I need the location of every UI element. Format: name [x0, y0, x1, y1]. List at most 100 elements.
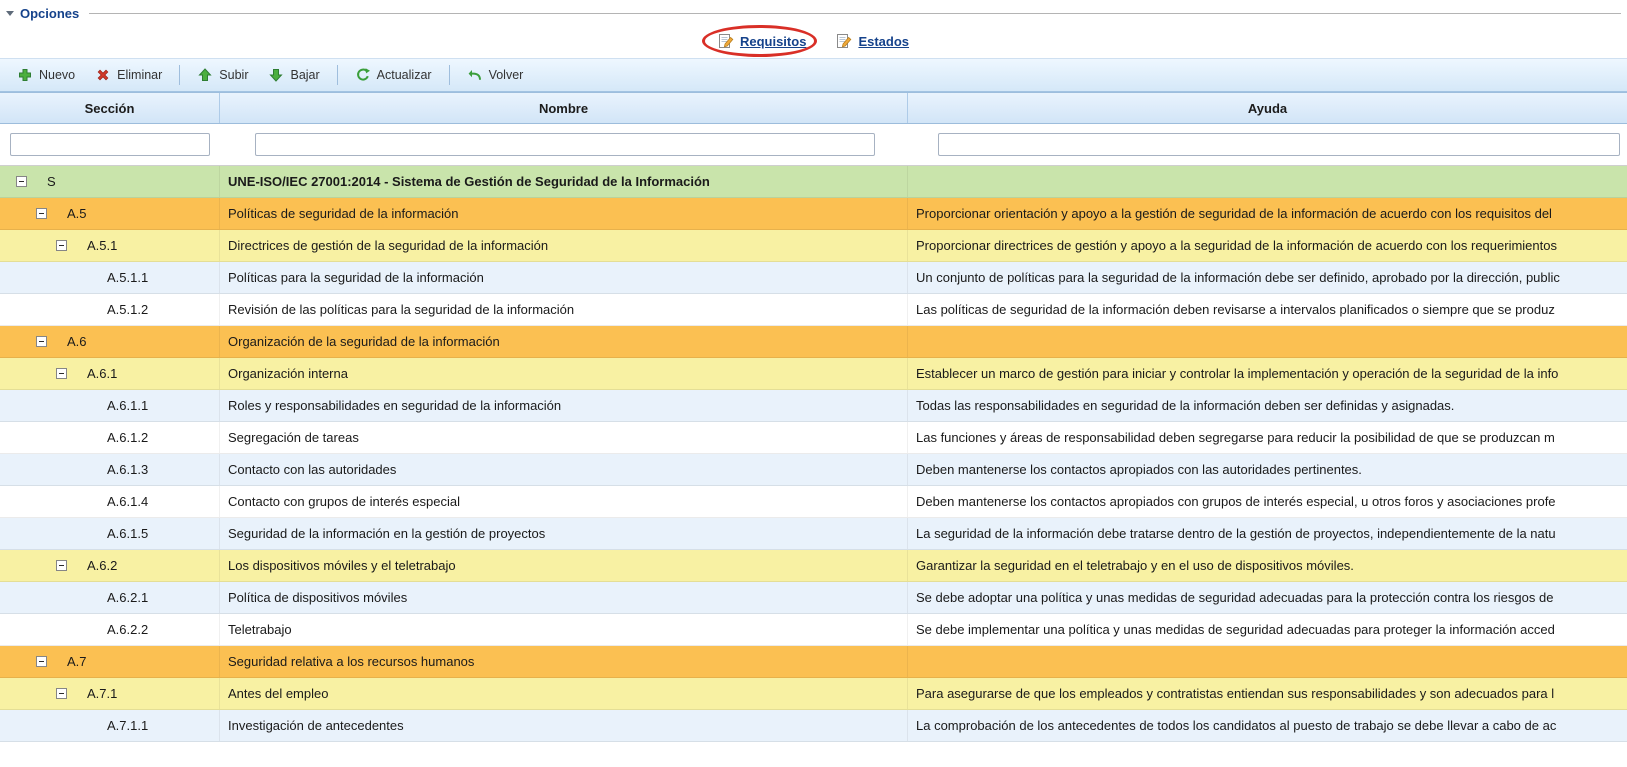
- eliminar-button[interactable]: Eliminar: [86, 63, 171, 87]
- panel-divider: [89, 13, 1621, 14]
- help-text: Las funciones y áreas de responsabilidad…: [916, 430, 1555, 445]
- button-label: Subir: [219, 68, 248, 82]
- name-cell: Seguridad relativa a los recursos humano…: [220, 646, 908, 677]
- tab-label-requisitos[interactable]: Requisitos: [740, 34, 806, 49]
- table-row[interactable]: A.5 Políticas de seguridad de la informa…: [0, 198, 1627, 230]
- table-row[interactable]: A.7.1.1 Investigación de antecedentes La…: [0, 710, 1627, 742]
- name-text: Políticas de seguridad de la información: [228, 206, 459, 221]
- section-label: A.7: [67, 654, 87, 669]
- toolbar-separator: [179, 65, 180, 85]
- help-text: La seguridad de la información debe trat…: [916, 526, 1556, 541]
- name-cell: Seguridad de la información en la gestió…: [220, 518, 908, 549]
- collapse-icon[interactable]: [56, 688, 67, 699]
- section-label: A.7.1: [87, 686, 117, 701]
- table-body: S UNE-ISO/IEC 27001:2014 - Sistema de Ge…: [0, 166, 1627, 742]
- section-label: A.6.2: [87, 558, 117, 573]
- edit-icon: [718, 33, 734, 49]
- help-cell: Deben mantenerse los contactos apropiado…: [908, 454, 1627, 485]
- section-label: A.5: [67, 206, 87, 221]
- table-row[interactable]: A.6.1 Organización interna Establecer un…: [0, 358, 1627, 390]
- collapse-icon[interactable]: [56, 560, 67, 571]
- name-text: Política de dispositivos móviles: [228, 590, 407, 605]
- tab-requisitos[interactable]: Requisitos: [718, 33, 806, 49]
- filter-seccion-input[interactable]: [10, 133, 210, 156]
- volver-button[interactable]: Volver: [458, 63, 533, 87]
- column-header-ayuda[interactable]: Ayuda: [908, 93, 1627, 123]
- help-cell: Se debe implementar una política y unas …: [908, 614, 1627, 645]
- help-text: Proporcionar orientación y apoyo a la ge…: [916, 206, 1552, 221]
- help-text: Deben mantenerse los contactos apropiado…: [916, 462, 1362, 477]
- collapse-caret-icon[interactable]: [6, 11, 14, 16]
- name-text: Teletrabajo: [228, 622, 292, 637]
- section-cell: A.7.1.1: [0, 710, 220, 741]
- actualizar-button[interactable]: Actualizar: [346, 63, 441, 87]
- help-text: Establecer un marco de gestión para inic…: [916, 366, 1558, 381]
- collapse-icon[interactable]: [36, 336, 47, 347]
- column-header-nombre[interactable]: Nombre: [220, 93, 908, 123]
- section-label: A.5.1: [87, 238, 117, 253]
- table-row[interactable]: A.5.1 Directrices de gestión de la segur…: [0, 230, 1627, 262]
- table-row[interactable]: A.5.1.1 Políticas para la seguridad de l…: [0, 262, 1627, 294]
- back-icon: [467, 67, 483, 83]
- help-cell: Las políticas de seguridad de la informa…: [908, 294, 1627, 325]
- filter-ayuda-input[interactable]: [938, 133, 1620, 156]
- section-label: A.6.2.1: [107, 590, 148, 605]
- name-text: Organización de la seguridad de la infor…: [228, 334, 500, 349]
- collapse-icon[interactable]: [16, 176, 27, 187]
- name-cell: Directrices de gestión de la seguridad d…: [220, 230, 908, 261]
- table-row[interactable]: A.6.1.2 Segregación de tareas Las funcio…: [0, 422, 1627, 454]
- tab-label-estados[interactable]: Estados: [858, 34, 909, 49]
- help-text: Las políticas de seguridad de la informa…: [916, 302, 1555, 317]
- help-cell: La comprobación de los antecedentes de t…: [908, 710, 1627, 741]
- section-cell: A.6.2: [0, 550, 220, 581]
- name-text: Organización interna: [228, 366, 348, 381]
- collapse-icon[interactable]: [36, 656, 47, 667]
- table-row[interactable]: A.6.1.1 Roles y responsabilidades en seg…: [0, 390, 1627, 422]
- name-text: Roles y responsabilidades en seguridad d…: [228, 398, 561, 413]
- name-cell: Contacto con grupos de interés especial: [220, 486, 908, 517]
- table-row[interactable]: A.6 Organización de la seguridad de la i…: [0, 326, 1627, 358]
- section-cell: A.5: [0, 198, 220, 229]
- button-label: Actualizar: [377, 68, 432, 82]
- table-row[interactable]: A.7.1 Antes del empleo Para asegurarse d…: [0, 678, 1627, 710]
- table-row[interactable]: A.6.2 Los dispositivos móviles y el tele…: [0, 550, 1627, 582]
- table-row[interactable]: A.6.2.1 Política de dispositivos móviles…: [0, 582, 1627, 614]
- name-cell: Política de dispositivos móviles: [220, 582, 908, 613]
- view-links: Requisitos Estados: [0, 24, 1627, 58]
- filter-nombre-input[interactable]: [255, 133, 875, 156]
- name-cell: Antes del empleo: [220, 678, 908, 709]
- table-row[interactable]: S UNE-ISO/IEC 27001:2014 - Sistema de Ge…: [0, 166, 1627, 198]
- subir-button[interactable]: Subir: [188, 63, 257, 87]
- help-cell: [908, 326, 1627, 357]
- table-row[interactable]: A.6.1.5 Seguridad de la información en l…: [0, 518, 1627, 550]
- section-cell: S: [0, 166, 220, 197]
- column-header-seccion[interactable]: Sección: [0, 93, 220, 123]
- nuevo-button[interactable]: Nuevo: [8, 63, 84, 87]
- collapse-icon[interactable]: [36, 208, 47, 219]
- help-text: Garantizar la seguridad en el teletrabaj…: [916, 558, 1354, 573]
- tab-estados[interactable]: Estados: [836, 33, 909, 49]
- name-cell: Los dispositivos móviles y el teletrabaj…: [220, 550, 908, 581]
- collapse-icon[interactable]: [56, 368, 67, 379]
- help-text: Se debe implementar una política y unas …: [916, 622, 1555, 637]
- table-row[interactable]: A.6.1.4 Contacto con grupos de interés e…: [0, 486, 1627, 518]
- bajar-button[interactable]: Bajar: [259, 63, 328, 87]
- collapse-icon[interactable]: [56, 240, 67, 251]
- help-cell: Deben mantenerse los contactos apropiado…: [908, 486, 1627, 517]
- button-label: Eliminar: [117, 68, 162, 82]
- panel-title: Opciones: [20, 6, 79, 21]
- name-text: Seguridad de la información en la gestió…: [228, 526, 545, 541]
- section-cell: A.7: [0, 646, 220, 677]
- table-row[interactable]: A.7 Seguridad relativa a los recursos hu…: [0, 646, 1627, 678]
- help-cell: Todas las responsabilidades en seguridad…: [908, 390, 1627, 421]
- section-label: A.6.1.4: [107, 494, 148, 509]
- toolbar: Nuevo Eliminar Subir Bajar: [0, 58, 1627, 92]
- table-row[interactable]: A.6.2.2 Teletrabajo Se debe implementar …: [0, 614, 1627, 646]
- help-text: Para asegurarse de que los empleados y c…: [916, 686, 1554, 701]
- name-text: Segregación de tareas: [228, 430, 359, 445]
- table-row[interactable]: A.6.1.3 Contacto con las autoridades Deb…: [0, 454, 1627, 486]
- help-cell: Las funciones y áreas de responsabilidad…: [908, 422, 1627, 453]
- table-row[interactable]: A.5.1.2 Revisión de las políticas para l…: [0, 294, 1627, 326]
- name-text: Investigación de antecedentes: [228, 718, 404, 733]
- arrow-up-icon: [197, 67, 213, 83]
